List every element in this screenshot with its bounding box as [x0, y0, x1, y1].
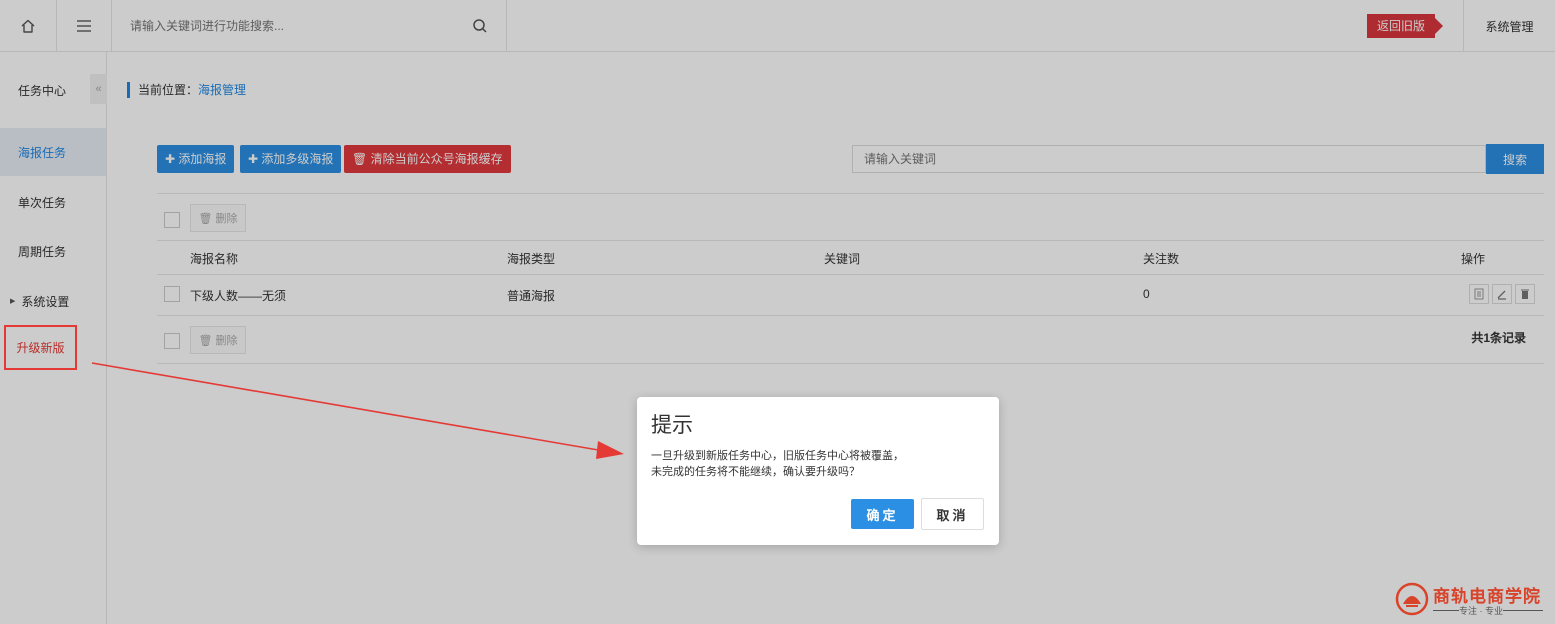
logo-subtitle: 专注 · 专业 — [1459, 606, 1503, 616]
logo-emblem-icon — [1395, 582, 1429, 616]
logo-line — [1503, 610, 1543, 611]
dialog-message-line: 一旦升级到新版任务中心，旧版任务中心将被覆盖， — [651, 450, 904, 462]
cancel-button[interactable]: 取消 — [921, 498, 984, 530]
logo-line — [1433, 610, 1459, 611]
annotation-highlight-box — [4, 325, 77, 370]
upgrade-confirm-dialog: 提示 一旦升级到新版任务中心，旧版任务中心将被覆盖， 未完成的任务将不能继续，确… — [637, 397, 999, 545]
confirm-button[interactable]: 确定 — [851, 499, 914, 529]
dialog-message: 一旦升级到新版任务中心，旧版任务中心将被覆盖， 未完成的任务将不能继续，确认要升… — [651, 448, 904, 480]
watermark-logo: 商轨电商学院 专注 · 专业 — [1393, 580, 1549, 620]
dialog-message-line: 未完成的任务将不能继续，确认要升级吗？ — [651, 466, 860, 478]
dialog-title: 提示 — [651, 414, 693, 437]
